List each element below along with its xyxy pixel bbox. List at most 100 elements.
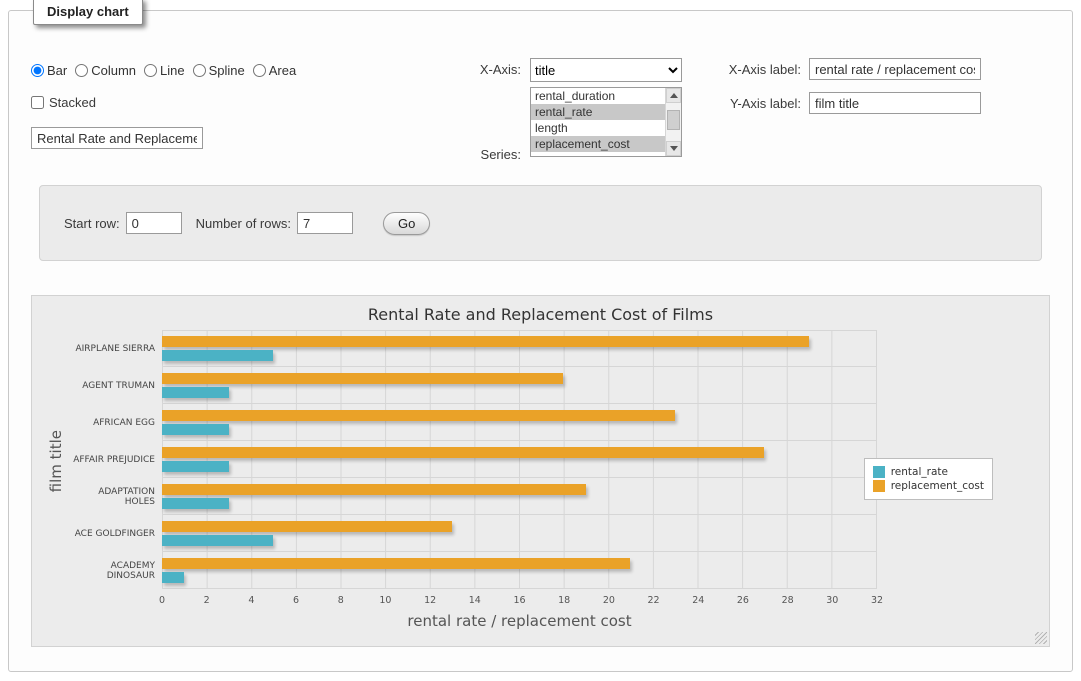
bar-replacement_cost (162, 521, 452, 532)
bar-track (162, 441, 877, 478)
num-rows-label: Number of rows: (196, 216, 291, 231)
y-axis-title-col: film title (46, 330, 66, 592)
chart-type-bar[interactable]: Bar (31, 63, 67, 78)
chart-row: AFFAIR PREJUDICE (66, 441, 877, 478)
bar-replacement_cost (162, 336, 809, 347)
fieldset-content: BarColumnLineSplineArea Stacked X-Axis: … (9, 11, 1072, 671)
y-axis-label-input[interactable] (809, 92, 981, 114)
bar-track (162, 404, 877, 441)
legend-item: replacement_cost (873, 480, 984, 492)
chart-type-radio[interactable] (144, 64, 157, 77)
bar-rental_rate (162, 424, 229, 435)
bar-replacement_cost (162, 558, 630, 569)
category-label: AFFAIR PREJUDICE (66, 441, 162, 478)
x-axis-label-field-label: X-Axis label: (651, 62, 801, 77)
num-rows-input[interactable] (297, 212, 353, 234)
category-label: AFRICAN EGG (66, 404, 162, 441)
chart-type-column[interactable]: Column (75, 63, 136, 78)
x-tick-label: 14 (469, 595, 481, 606)
scroll-thumb[interactable] (667, 110, 680, 130)
series-option[interactable]: rental_rate (531, 104, 665, 120)
bar-track (162, 330, 877, 367)
chart-row: AGENT TRUMAN (66, 367, 877, 404)
legend-label: rental_rate (891, 466, 948, 478)
chart-plot-rows: AIRPLANE SIERRAAGENT TRUMANAFRICAN EGGAF… (66, 330, 877, 592)
x-tick-label: 16 (513, 595, 525, 606)
x-tick-label: 8 (338, 595, 344, 606)
chart-type-line[interactable]: Line (144, 63, 185, 78)
scroll-down-icon[interactable] (666, 141, 681, 156)
bar-track (162, 367, 877, 404)
series-option[interactable]: length (531, 120, 665, 136)
go-button[interactable]: Go (383, 212, 430, 235)
chart-type-radio[interactable] (253, 64, 266, 77)
x-axis-label-input[interactable] (809, 58, 981, 80)
chart-type-text: Line (160, 63, 185, 78)
bar-replacement_cost (162, 484, 586, 495)
bar-track (162, 478, 877, 515)
chart-type-area[interactable]: Area (253, 63, 296, 78)
category-label: ACADEMY DINOSAUR (66, 552, 162, 589)
legend-item: rental_rate (873, 466, 984, 478)
bar-rental_rate (162, 350, 273, 361)
chart-panel: Rental Rate and Replacement Cost of Film… (31, 295, 1050, 647)
legend-swatch (873, 466, 885, 478)
series-option[interactable]: rental_duration (531, 88, 665, 104)
chart-type-radio[interactable] (193, 64, 206, 77)
x-tick-label: 4 (248, 595, 254, 606)
x-axis-ticks: 02468101214161820222426283032 (162, 595, 877, 609)
start-row-label: Start row: (64, 216, 120, 231)
bar-replacement_cost (162, 447, 764, 458)
bar-rental_rate (162, 387, 229, 398)
x-tick-label: 28 (782, 595, 794, 606)
chart-title: Rental Rate and Replacement Cost of Film… (32, 305, 1049, 324)
chart-row: AIRPLANE SIERRA (66, 330, 877, 367)
chart-row: ACADEMY DINOSAUR (66, 552, 877, 589)
x-tick-label: 22 (648, 595, 660, 606)
stacked-label: Stacked (49, 95, 96, 110)
bar-replacement_cost (162, 410, 675, 421)
chart-row: AFRICAN EGG (66, 404, 877, 441)
bar-rental_rate (162, 572, 184, 583)
display-chart-fieldset: Display chart BarColumnLineSplineArea St… (8, 10, 1073, 672)
category-label: ACE GOLDFINGER (66, 515, 162, 552)
x-axis-label: X-Axis: (411, 62, 521, 77)
x-tick-label: 30 (826, 595, 838, 606)
category-label: AGENT TRUMAN (66, 367, 162, 404)
category-label: AIRPLANE SIERRA (66, 330, 162, 367)
x-tick-label: 20 (603, 595, 615, 606)
chart-row: ACE GOLDFINGER (66, 515, 877, 552)
resize-handle[interactable] (1035, 632, 1047, 644)
y-axis-label-field-label: Y-Axis label: (651, 96, 801, 111)
chart-legend: rental_rate replacement_cost (864, 458, 993, 500)
page: Display chart BarColumnLineSplineArea St… (0, 0, 1081, 681)
stacked-checkbox[interactable] (31, 96, 44, 109)
x-tick-label: 18 (558, 595, 570, 606)
x-tick-label: 0 (159, 595, 165, 606)
bar-rental_rate (162, 535, 273, 546)
chart-type-text: Column (91, 63, 136, 78)
legend-label: replacement_cost (891, 480, 984, 492)
bar-replacement_cost (162, 373, 563, 384)
chart-title-input[interactable] (31, 127, 203, 149)
series-option[interactable]: replacement_cost (531, 136, 665, 152)
series-label: Series: (411, 147, 521, 162)
bar-rental_rate (162, 498, 229, 509)
x-tick-label: 10 (379, 595, 391, 606)
bar-track (162, 515, 877, 552)
chart-controls: BarColumnLineSplineArea Stacked X-Axis: … (31, 51, 1050, 185)
start-row-input[interactable] (126, 212, 182, 234)
chart-row: ADAPTATION HOLES (66, 478, 877, 515)
chart-type-spline[interactable]: Spline (193, 63, 245, 78)
x-tick-label: 32 (871, 595, 883, 606)
chart-type-text: Area (269, 63, 296, 78)
chart-type-text: Spline (209, 63, 245, 78)
chart-type-radio[interactable] (31, 64, 44, 77)
stacked-row: Stacked (31, 95, 96, 110)
category-label: ADAPTATION HOLES (66, 478, 162, 515)
bar-track (162, 552, 877, 589)
chart-type-options: Bar Column Line Spline Area (31, 63, 296, 78)
chart-type-radio[interactable] (75, 64, 88, 77)
x-tick-label: 24 (692, 595, 704, 606)
x-axis-title: rental rate / replacement cost (162, 612, 877, 630)
